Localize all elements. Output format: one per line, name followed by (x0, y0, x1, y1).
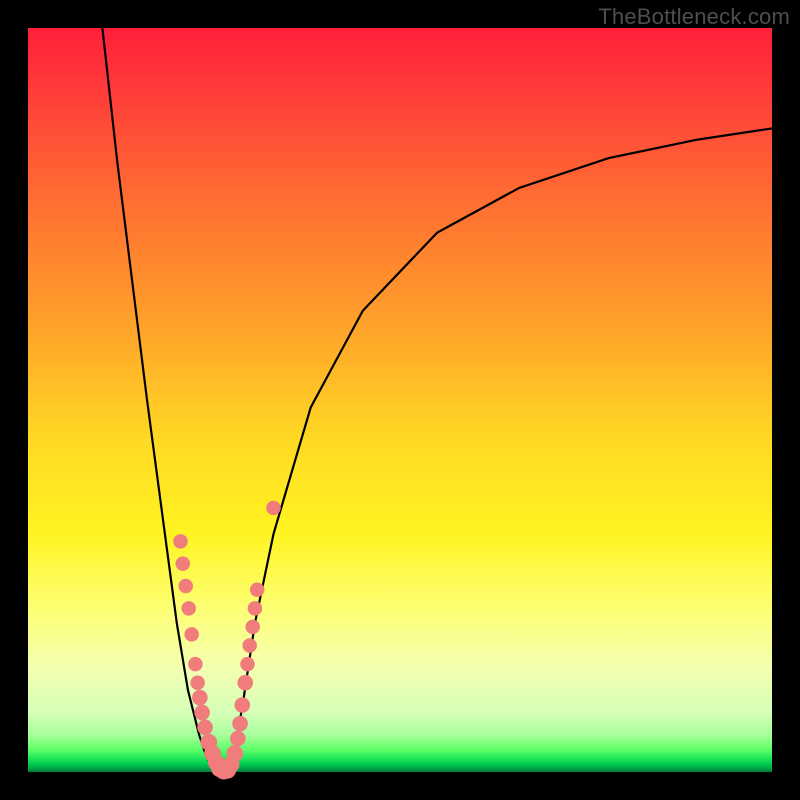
marker-group (173, 501, 281, 780)
data-point-marker (245, 620, 260, 635)
data-point-marker (234, 697, 250, 713)
data-point-marker (232, 716, 248, 732)
curve-group (102, 28, 772, 772)
data-point-marker (242, 638, 257, 653)
chart-svg (28, 28, 772, 772)
data-point-marker (194, 705, 210, 721)
data-point-marker (181, 601, 196, 616)
bottleneck-curve (102, 28, 772, 772)
data-point-marker (190, 675, 205, 690)
data-point-marker (237, 675, 253, 691)
data-point-marker (266, 501, 281, 516)
data-point-marker (176, 556, 191, 571)
data-point-marker (192, 690, 208, 706)
data-point-marker (226, 745, 243, 762)
data-point-marker (248, 601, 262, 616)
data-point-marker (250, 582, 265, 597)
chart-frame: TheBottleneck.com (0, 0, 800, 800)
watermark-text: TheBottleneck.com (598, 4, 790, 30)
plot-outer (28, 28, 772, 772)
data-point-marker (230, 731, 246, 747)
data-point-marker (178, 579, 193, 594)
data-point-marker (184, 627, 199, 642)
data-point-marker (173, 534, 188, 549)
data-point-marker (197, 720, 213, 736)
data-point-marker (188, 657, 203, 672)
data-point-marker (240, 657, 255, 672)
